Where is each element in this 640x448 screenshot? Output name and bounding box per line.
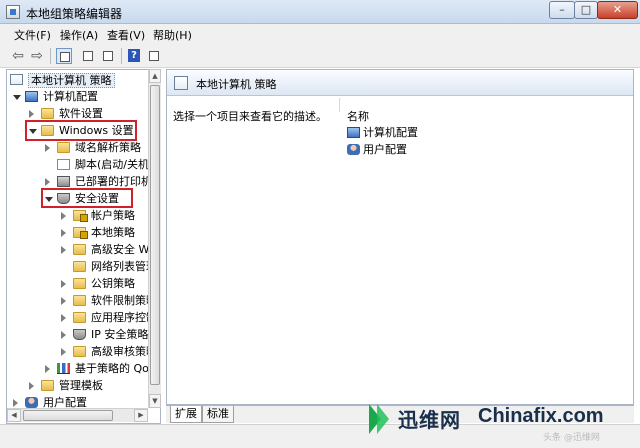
help-glyph: ?	[128, 49, 140, 62]
watermark-site: Chinafix.com	[478, 405, 604, 427]
collapse-arrow-icon[interactable]	[61, 246, 66, 254]
collapse-arrow-icon[interactable]	[61, 297, 66, 305]
folder-lock-icon	[73, 210, 88, 222]
policy-icon	[174, 76, 188, 90]
toolbar: ⇦ ⇨ ?	[0, 44, 640, 68]
list-item-label: 计算机配置	[363, 126, 418, 139]
tab-extended[interactable]: 扩展	[170, 406, 202, 423]
back-arrow-icon[interactable]: ⇦	[10, 48, 26, 64]
folder-icon	[73, 295, 86, 306]
list-icon	[103, 51, 113, 61]
description-text: 选择一个项目来查看它的描述。	[173, 110, 327, 123]
collapse-arrow-icon[interactable]	[45, 365, 50, 373]
scroll-thumb[interactable]	[23, 410, 113, 421]
scroll-thumb[interactable]	[150, 85, 160, 385]
column-divider	[339, 98, 340, 112]
action-pane-icon[interactable]	[146, 48, 162, 64]
maximize-button[interactable]: □	[574, 1, 598, 19]
collapse-arrow-icon[interactable]	[45, 178, 50, 186]
properties-icon[interactable]	[80, 48, 96, 64]
folder-icon	[73, 244, 86, 255]
computer-icon	[347, 127, 360, 138]
folder-icon	[41, 380, 54, 391]
user-icon	[347, 144, 360, 155]
tree-item-label: 域名解析策略	[75, 141, 141, 154]
scroll-down-icon[interactable]: ▼	[149, 394, 161, 408]
folder-icon	[73, 346, 86, 357]
tree-vertical-scrollbar[interactable]: ▲ ▼	[148, 69, 161, 408]
collapse-arrow-icon[interactable]	[29, 382, 34, 390]
watermark-caption: 头条 @迅维网	[543, 433, 600, 443]
list-item-label: 用户配置	[363, 143, 407, 156]
toolbar-separator	[121, 48, 122, 64]
tree-horizontal-scrollbar[interactable]: ◀ ▶	[7, 408, 148, 422]
computer-icon	[25, 91, 38, 102]
user-icon	[25, 397, 38, 408]
expand-arrow-icon[interactable]	[13, 95, 21, 100]
show-tree-icon[interactable]	[56, 48, 72, 64]
tree-item-label: 基于策略的 QoS	[75, 362, 156, 375]
menu-action[interactable]: 操作(A)	[60, 27, 98, 43]
collapse-arrow-icon[interactable]	[61, 348, 66, 356]
minimize-button[interactable]: –	[549, 1, 575, 19]
folder-icon	[73, 261, 86, 272]
collapse-arrow-icon[interactable]	[61, 212, 66, 220]
scroll-up-icon[interactable]: ▲	[149, 69, 161, 83]
details-header: 本地计算机 策略	[167, 70, 633, 96]
scroll-right-icon[interactable]: ▶	[134, 409, 148, 422]
tree-root-label: 本地计算机 策略	[28, 73, 115, 88]
watermark-brand: 迅维网	[398, 408, 461, 432]
watermark-logo	[369, 404, 389, 434]
export-list-icon[interactable]	[100, 48, 116, 64]
help-icon[interactable]: ?	[126, 48, 142, 64]
forward-arrow-icon[interactable]: ⇨	[29, 48, 45, 64]
tree-item-label: 公钥策略	[91, 277, 135, 290]
tree-item-label: IP 安全策略	[91, 328, 149, 341]
chart-icon	[57, 363, 70, 374]
tree-pane: 本地计算机 策略 计算机配置 软件设置 Windows 设置 域名解析策略 脚本…	[6, 69, 161, 424]
pane-icon	[60, 52, 70, 62]
title-bar: 本地组策略编辑器 – □ ✕	[0, 0, 640, 24]
collapse-arrow-icon[interactable]	[61, 280, 66, 288]
folder-icon	[57, 142, 70, 153]
details-pane: 本地计算机 策略 选择一个项目来查看它的描述。 名称 计算机配置 用户配置	[166, 69, 634, 405]
tree-item-label: 本地策略	[91, 226, 135, 239]
tree-item-label: 高级安全 Wi	[91, 243, 153, 256]
folder-lock-icon	[73, 227, 88, 239]
menu-view[interactable]: 查看(V)	[107, 27, 145, 43]
menu-file[interactable]: 文件(F)	[14, 27, 51, 43]
tree-item-label: 帐户策略	[91, 209, 135, 222]
document-icon	[57, 159, 70, 170]
collapse-arrow-icon[interactable]	[61, 314, 66, 322]
tree-item-label: 计算机配置	[43, 90, 98, 103]
window-title: 本地组策略编辑器	[26, 7, 123, 21]
tab-standard[interactable]: 标准	[202, 406, 234, 423]
policy-icon	[10, 74, 23, 85]
collapse-arrow-icon[interactable]	[29, 110, 34, 118]
collapse-arrow-icon[interactable]	[13, 399, 18, 407]
tree-item-label: 脚本(启动/关机)	[75, 158, 154, 171]
close-button[interactable]: ✕	[597, 1, 638, 19]
menu-bar: 文件(F) 操作(A) 查看(V) 帮助(H)	[0, 24, 640, 44]
collapse-arrow-icon[interactable]	[45, 144, 50, 152]
highlight-box	[41, 188, 133, 208]
tree-item-label: 管理模板	[59, 379, 103, 392]
details-title: 本地计算机 策略	[196, 78, 277, 91]
highlight-box	[25, 120, 137, 141]
folder-icon	[73, 278, 86, 289]
sheet-icon	[83, 51, 93, 61]
collapse-arrow-icon[interactable]	[61, 331, 66, 339]
panel-icon	[149, 51, 159, 61]
folder-icon	[73, 312, 86, 323]
collapse-arrow-icon[interactable]	[61, 229, 66, 237]
printer-icon	[57, 176, 70, 187]
name-column-header[interactable]: 名称	[347, 108, 369, 124]
menu-help[interactable]: 帮助(H)	[153, 27, 192, 43]
shield-icon	[73, 329, 86, 340]
scroll-left-icon[interactable]: ◀	[7, 409, 21, 422]
toolbar-separator	[50, 48, 51, 64]
folder-icon	[41, 108, 54, 119]
app-icon	[6, 5, 20, 19]
